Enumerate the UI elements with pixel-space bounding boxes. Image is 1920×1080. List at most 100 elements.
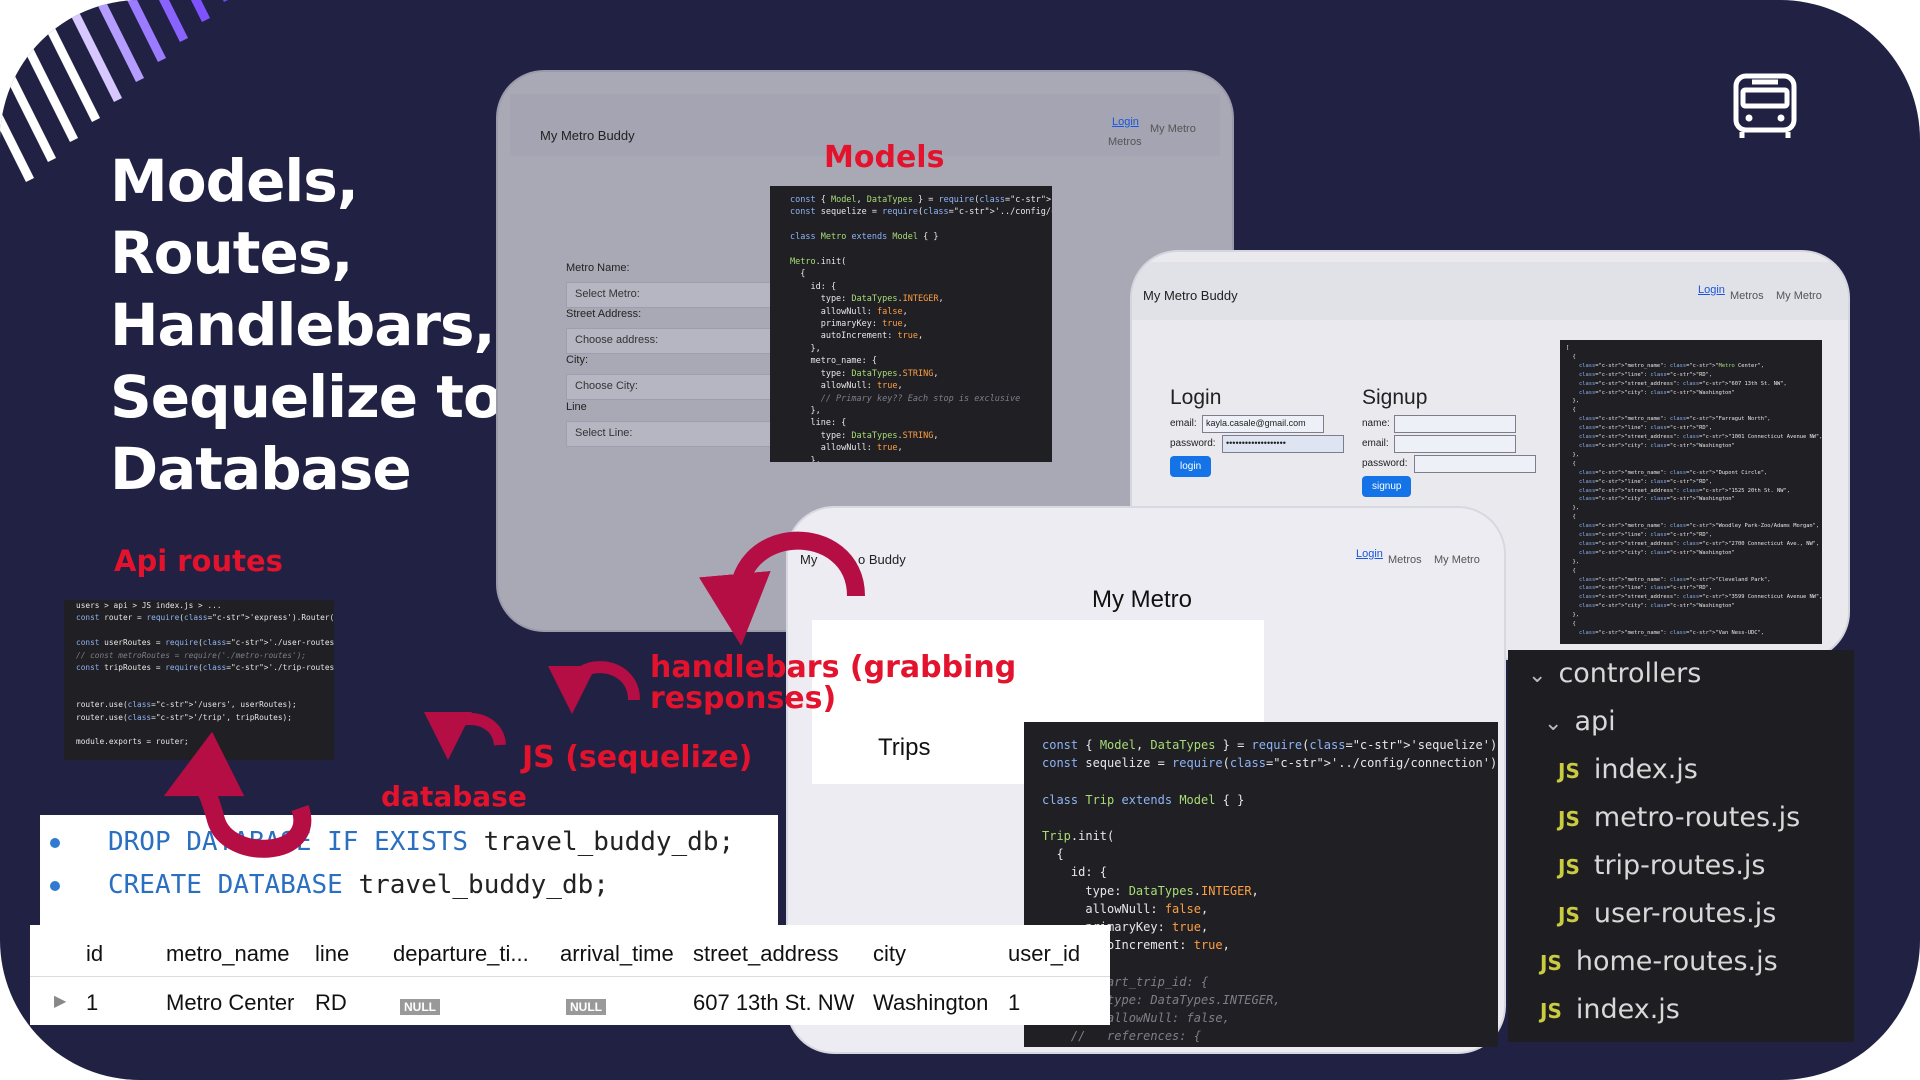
- column-header[interactable]: metro_name: [166, 941, 290, 967]
- column-header[interactable]: line: [315, 941, 349, 967]
- code-line: {: [1566, 514, 1576, 521]
- handlebars-label-line: responses): [650, 681, 837, 716]
- brand-right[interactable]: o Buddy: [858, 552, 906, 567]
- code-line: class="c-str">"line": class="c-str">"RD"…: [1578, 585, 1713, 592]
- signup-button[interactable]: signup: [1362, 476, 1412, 497]
- code-line: },: [1566, 398, 1579, 405]
- column-header[interactable]: user_id: [1008, 941, 1080, 967]
- code-line: class="c-str">"line": class="c-str">"RD"…: [1578, 425, 1713, 432]
- signup-password-input[interactable]: [1414, 455, 1536, 473]
- code-line: router.use(class="c-str">'/trip', tripRo…: [76, 712, 292, 722]
- code-line: const tripRoutes = require(class="c-str"…: [76, 663, 334, 673]
- tree-folder-controllers[interactable]: ⌄ controllers: [1528, 658, 1701, 689]
- tree-file-api-index[interactable]: JS index.js: [1558, 754, 1698, 785]
- code-line: class="c-str">"metro_name": class="c-str…: [1578, 362, 1765, 369]
- code-line: class="c-str">"metro_name": class="c-str…: [1578, 416, 1771, 423]
- login-email-input[interactable]: kayla.casale@gmail.com: [1202, 415, 1324, 433]
- code-line: users > api > JS index.js > ...: [76, 601, 222, 610]
- tree-file-index[interactable]: JS index.js: [1540, 994, 1680, 1025]
- code-line: const { Model, DataTypes } = require(cla…: [1042, 738, 1498, 752]
- code-line: id: {: [790, 281, 837, 292]
- code-line: class="c-str">"street_address": class="c…: [1578, 540, 1820, 547]
- seed-json-code: [ { class="c-str">"metro_name": class="c…: [1560, 340, 1822, 644]
- code-line: class="c-str">"city": class="c-str">"Was…: [1578, 389, 1735, 396]
- brand-left[interactable]: My: [800, 552, 817, 567]
- tree-file-metro-routes[interactable]: JS metro-routes.js: [1558, 802, 1800, 833]
- code-line: allowNull: true,: [790, 381, 903, 392]
- column-header[interactable]: id: [86, 941, 103, 967]
- js-file-icon: JS: [1558, 759, 1580, 783]
- nav-metros-link[interactable]: Metros: [1730, 290, 1764, 302]
- database-label: database: [381, 780, 527, 813]
- code-line: class="c-str">"metro_name": class="c-str…: [1578, 469, 1768, 476]
- tree-file-user-routes[interactable]: JS user-routes.js: [1558, 898, 1776, 929]
- code-line: },: [790, 455, 821, 462]
- tree-file-label: home-routes.js: [1575, 946, 1778, 977]
- title-line: Routes,: [110, 219, 353, 287]
- column-header[interactable]: street_address: [693, 941, 839, 967]
- code-line: primaryKey: true,: [1085, 920, 1209, 935]
- nav-my-metro-link[interactable]: My Metro: [1150, 123, 1196, 135]
- sql-line-create: CREATE DATABASE travel_buddy_db;: [40, 870, 609, 900]
- nav-login-link[interactable]: Login: [1698, 284, 1725, 296]
- code-line: class Trip extends Model { }: [1042, 792, 1245, 807]
- brand[interactable]: My Metro Buddy: [1143, 288, 1238, 303]
- nav-metros-link[interactable]: Metros: [1108, 136, 1142, 148]
- column-header[interactable]: arrival_time: [560, 941, 674, 967]
- chevron-down-icon: ⌄: [1544, 711, 1563, 736]
- nav-login-link[interactable]: Login: [1112, 116, 1139, 128]
- arrow-database: [424, 711, 506, 760]
- table-cell: Metro Center: [166, 990, 295, 1015]
- column-header[interactable]: departure_ti...: [393, 941, 529, 967]
- code-line: type: DataTypes.STRING,: [790, 368, 939, 379]
- nav-my-metro-link[interactable]: My Metro: [1776, 290, 1822, 302]
- sql-text: travel_buddy_db;: [342, 870, 609, 900]
- handlebars-label: handlebars (grabbing responses): [650, 652, 1016, 714]
- slide: Models, Routes, Handlebars, Sequelize to…: [0, 0, 1920, 1080]
- nav-metros-link[interactable]: Metros: [1388, 554, 1422, 566]
- login-password-label: password:: [1170, 438, 1216, 449]
- code-line: class="c-str">"city": class="c-str">"Was…: [1578, 496, 1735, 503]
- column-header[interactable]: city: [873, 941, 906, 967]
- signup-email-label: email:: [1362, 438, 1389, 449]
- brand[interactable]: My Metro Buddy: [540, 128, 635, 143]
- signup-email-input[interactable]: [1394, 435, 1516, 453]
- bus-icon: [1733, 73, 1797, 138]
- code-line: },: [1566, 451, 1579, 458]
- signup-name-label: name:: [1362, 418, 1390, 429]
- handlebars-label-line: handlebars (grabbing: [650, 650, 1017, 685]
- sql-schema: DROP DATABASE IF EXISTS travel_buddy_db;…: [40, 815, 778, 925]
- login-button[interactable]: login: [1170, 456, 1212, 477]
- table-cell: 607 13th St. NW: [693, 990, 855, 1015]
- code-line: class="c-str">"metro_name": class="c-str…: [1578, 630, 1764, 636]
- js-file-icon: JS: [1558, 855, 1580, 879]
- login-password-input[interactable]: •••••••••••••••••••: [1222, 435, 1344, 453]
- code-line: // const metroRoutes = require('./metro-…: [76, 650, 307, 660]
- tree-file-label: user-routes.js: [1593, 898, 1777, 929]
- login-heading: Login: [1170, 386, 1222, 409]
- code-line: class="c-str">"city": class="c-str">"Was…: [1578, 549, 1735, 556]
- street-address-label: Street Address:: [566, 308, 642, 320]
- table-cell-null: NULL: [400, 993, 440, 1019]
- code-line: class Metro extends Model { }: [790, 232, 939, 243]
- code-line: line: {: [790, 418, 847, 429]
- title-line: Sequelize to: [110, 363, 503, 431]
- code-line: class="c-str">"city": class="c-str">"Was…: [1578, 603, 1735, 610]
- api-routes-label: Api routes: [114, 544, 283, 578]
- tree-file-trip-routes[interactable]: JS trip-routes.js: [1558, 850, 1765, 881]
- table-header-row: id metro_name line departure_ti... arriv…: [30, 925, 1110, 977]
- null-badge: NULL: [566, 999, 606, 1016]
- tree-folder-api[interactable]: ⌄ api: [1544, 706, 1616, 737]
- tree-file-home-routes[interactable]: JS home-routes.js: [1540, 946, 1778, 977]
- code-line: {: [1566, 407, 1576, 414]
- nav-my-metro-link[interactable]: My Metro: [1434, 554, 1480, 566]
- code-line: class="c-str">"street_address": class="c…: [1578, 434, 1822, 441]
- nav-login-link[interactable]: Login: [1356, 548, 1383, 560]
- code-line: id: {: [1042, 865, 1108, 880]
- code-line: class="c-str">"city": class="c-str">"Was…: [1578, 442, 1735, 449]
- metro-name-label: Metro Name:: [566, 262, 630, 274]
- signup-name-input[interactable]: [1394, 415, 1516, 433]
- code-line: },: [1566, 558, 1579, 565]
- table-row[interactable]: ▶ 1 Metro Center RD NULL NULL 607 13th S…: [30, 977, 1110, 1025]
